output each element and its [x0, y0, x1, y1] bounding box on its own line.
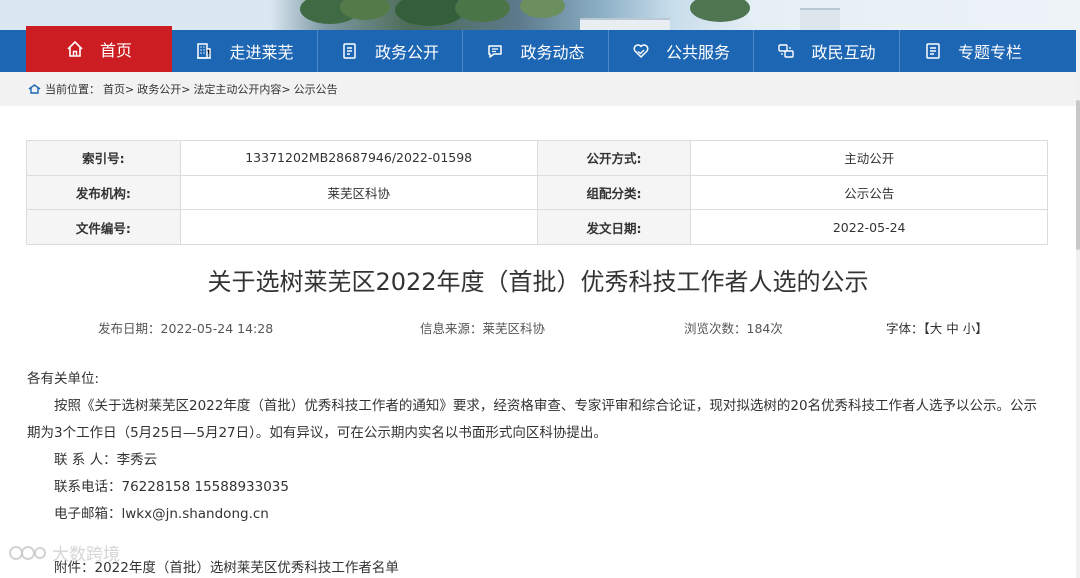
contact-person: 联 系 人：李秀云: [54, 452, 158, 468]
salutation: 各有关单位:: [27, 371, 100, 387]
meta-info-table: 索引号: 13371202MB28687946/2022-01598 公开方式:…: [26, 140, 1048, 246]
paragraph-line: 期为3个工作日（5月25日—5月27日）。如有异议，可在公示期内实名以书面形式向…: [27, 425, 607, 441]
nav-item-special[interactable]: 专题专栏: [900, 30, 1046, 72]
article-title: 关于选树莱芜区2022年度（首批）优秀科技工作者人选的公示: [207, 268, 869, 296]
nav-item-interaction[interactable]: 政民互动: [754, 30, 900, 72]
nav-item-label: 政务动态: [520, 43, 585, 62]
method-value: 主动公开: [690, 140, 1048, 176]
breadcrumb-link-notice[interactable]: 公示公告: [294, 81, 338, 97]
breadcrumb-link-legal[interactable]: 法定主动公开内容>: [193, 81, 290, 97]
page-scrollbar[interactable]: [1076, 30, 1080, 578]
nav-item-gov-news[interactable]: 政务动态: [463, 30, 609, 72]
paragraph-line: 按照《关于选树莱芜区2022年度（首批）优秀科技工作者的通知》要求，经资格审查、…: [54, 398, 1038, 414]
font-size-control: 字体：【大 中 小】: [886, 318, 988, 337]
org-value: 莱芜区科协: [179, 174, 538, 211]
breadcrumb-link-home[interactable]: 首页>: [103, 81, 134, 97]
font-medium-button[interactable]: 中: [946, 321, 959, 336]
contact-phone: 联系电话：76228158 15588933035: [54, 479, 289, 495]
contact-email: 电子邮箱：lwkx@jn.shandong.cn: [54, 506, 269, 522]
scrollbar-thumb[interactable]: [1076, 100, 1080, 250]
nav-item-label: 公共服务: [665, 43, 730, 62]
chat-icon: [486, 42, 504, 60]
table-row: 发布机构: 莱芜区科协 组配分类: 公示公告: [26, 174, 1048, 211]
nav-item-label: 政务公开: [374, 43, 439, 62]
heart-hands-icon: [632, 42, 650, 60]
watermark: 大数跨境: [8, 540, 120, 565]
breadcrumb-prefix: 当前位置：: [45, 83, 100, 96]
column-icon: [924, 42, 942, 60]
nav-item-about[interactable]: 走进莱芜: [172, 30, 318, 72]
nav-item-public-service[interactable]: 公共服务: [609, 30, 754, 72]
watermark-logo-icon: [9, 545, 46, 560]
view-count: 浏览次数：184次: [684, 321, 783, 336]
index-label: 索引号:: [26, 140, 181, 176]
index-value: 13371202MB28687946/2022-01598: [179, 140, 538, 176]
info-source: 信息来源：莱芜区科协: [420, 321, 546, 336]
publish-date: 发布日期：2022-05-24 14:28: [98, 321, 274, 336]
font-small-button[interactable]: 小: [963, 321, 976, 336]
home-icon: [66, 40, 84, 58]
font-size-label: 字体：【: [886, 321, 930, 336]
method-label: 公开方式:: [536, 140, 692, 176]
article-body: 各有关单位: 按照《关于选树莱芜区2022年度（首批）优秀科技工作者的通知》要求…: [27, 366, 1047, 528]
docno-value: [179, 209, 538, 246]
docno-label: 文件编号:: [26, 209, 181, 246]
table-row: 文件编号: 发文日期: 2022-05-24: [26, 209, 1048, 246]
table-row: 索引号: 13371202MB28687946/2022-01598 公开方式:…: [26, 140, 1048, 176]
org-label: 发布机构:: [26, 174, 181, 211]
nav-item-home[interactable]: 首页: [26, 26, 172, 72]
nav-item-label: 走进莱芜: [229, 43, 294, 62]
watermark-text: 大数跨境: [52, 545, 120, 565]
breadcrumb: 当前位置： 首页> 政务公开> 法定主动公开内容> 公示公告: [0, 72, 1076, 106]
category-value: 公示公告: [690, 174, 1048, 211]
nav-item-label: 专题专栏: [957, 43, 1022, 62]
document-icon: [341, 42, 359, 60]
category-label: 组配分类:: [536, 174, 692, 211]
nav-item-gov-open[interactable]: 政务公开: [318, 30, 463, 72]
nav-item-label: 首页: [99, 41, 132, 60]
date-value: 2022-05-24: [690, 209, 1048, 246]
nav-item-label: 政民互动: [811, 43, 876, 62]
interaction-icon: [777, 42, 795, 60]
breadcrumb-link-gov-open[interactable]: 政务公开>: [137, 81, 190, 97]
font-size-close: 】: [975, 321, 988, 336]
font-large-button[interactable]: 大: [930, 321, 943, 336]
main-nav: 首页 走进莱芜 政务公开 政务动态 公共服务 政民互动 专题专栏: [0, 26, 1076, 72]
location-home-icon: [28, 84, 41, 94]
date-label: 发文日期:: [536, 209, 692, 246]
building-icon: [195, 42, 213, 60]
